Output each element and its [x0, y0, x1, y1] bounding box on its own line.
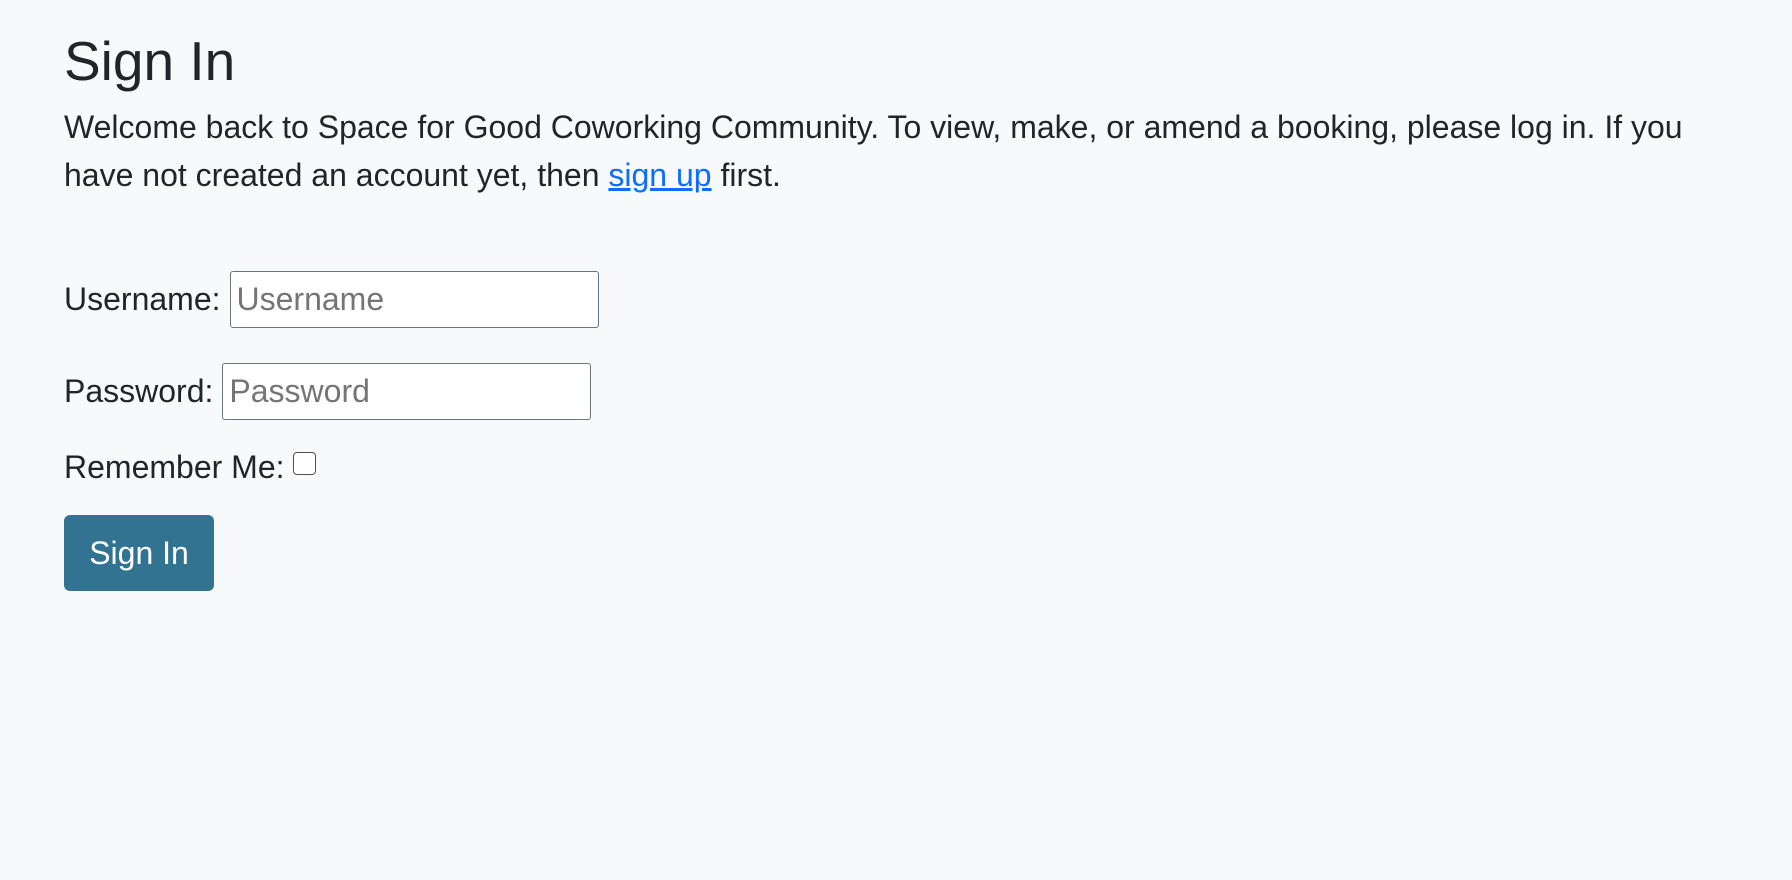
remember-me-checkbox[interactable] — [292, 451, 316, 475]
sign-up-link[interactable]: sign up — [608, 157, 711, 193]
intro-text-end: first. — [711, 157, 781, 193]
username-row: Username: — [64, 269, 1728, 329]
signin-form: Username: Password: Remember Me: Sign In — [64, 269, 1728, 591]
sign-in-button[interactable]: Sign In — [64, 515, 214, 591]
password-input[interactable] — [222, 362, 592, 420]
remember-me-label: Remember Me: — [64, 448, 285, 485]
signin-page: Sign In Welcome back to Space for Good C… — [0, 0, 1792, 591]
password-label: Password: — [64, 372, 214, 409]
page-title: Sign In — [64, 30, 236, 92]
username-input[interactable] — [229, 270, 599, 328]
remember-me-row: Remember Me: — [64, 447, 1728, 487]
username-label: Username: — [64, 280, 221, 317]
intro-text: Welcome back to Space for Good Coworking… — [64, 103, 1724, 199]
password-row: Password: — [64, 361, 1728, 421]
intro-text-start: Welcome back to Space for Good Coworking… — [64, 109, 1683, 193]
